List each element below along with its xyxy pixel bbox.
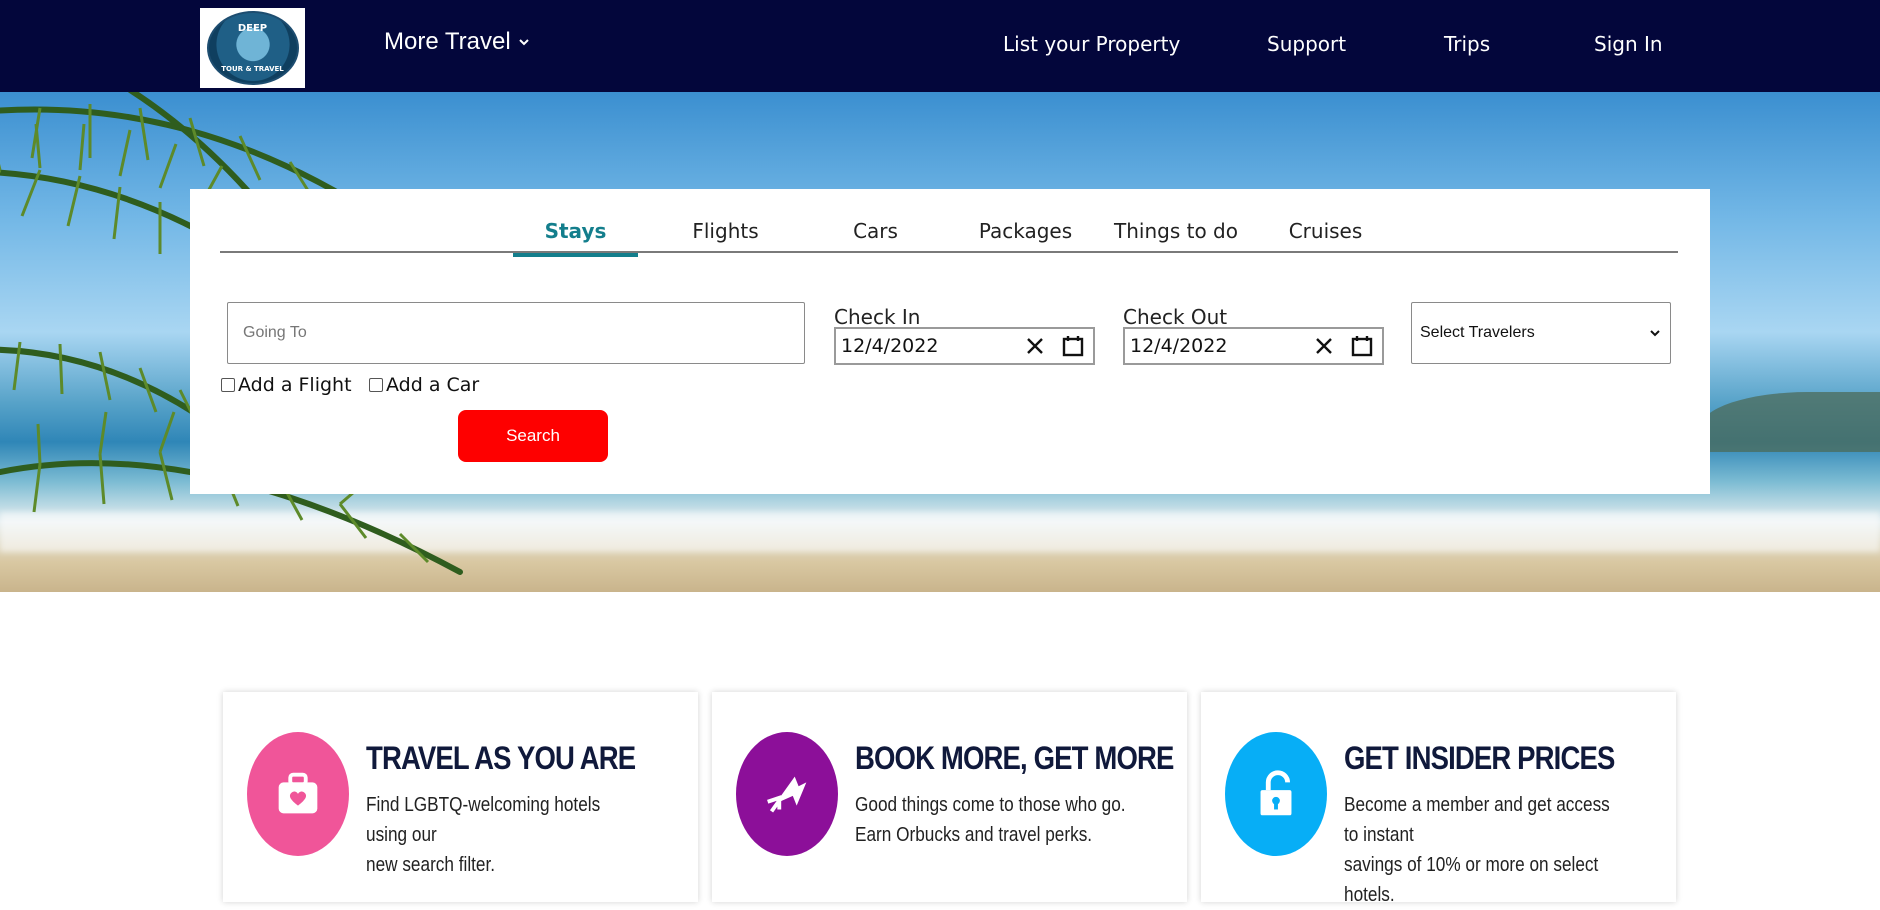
nav-trips[interactable]: Trips xyxy=(1444,32,1490,56)
logo-text-top: DEEP xyxy=(237,23,268,34)
clear-icon[interactable] xyxy=(1023,334,1047,358)
travelers-select[interactable]: Select Travelers xyxy=(1411,302,1671,364)
add-flight-label: Add a Flight xyxy=(238,374,352,396)
feature-text-line: Good things come to those who go. xyxy=(855,794,1126,816)
feature-title: TRAVEL AS YOU ARE xyxy=(366,740,636,776)
top-navbar: DEEP TOUR & TRAVEL More Travel List your… xyxy=(0,0,1880,92)
search-card: Stays Flights Cars Packages Things to do… xyxy=(190,189,1710,494)
feature-card-get-insider-prices[interactable]: GET INSIDER PRICES Become a member and g… xyxy=(1201,692,1676,906)
check-out-value: 12/4/2022 xyxy=(1130,335,1228,357)
add-flight-checkbox[interactable]: Add a Flight xyxy=(221,374,352,396)
nav-sign-in[interactable]: Sign In xyxy=(1594,32,1663,56)
feature-title: BOOK MORE, GET MORE xyxy=(855,740,1174,776)
hero-hill xyxy=(1700,392,1880,452)
tab-packages[interactable]: Packages xyxy=(963,219,1088,253)
feature-text: Good things come to those who go. Earn O… xyxy=(855,790,1130,850)
tab-things-to-do[interactable]: Things to do xyxy=(1106,219,1246,253)
search-tabs: Stays Flights Cars Packages Things to do… xyxy=(220,219,1678,257)
check-out-date-field[interactable]: 12/4/2022 xyxy=(1123,327,1384,365)
tab-flights[interactable]: Flights xyxy=(663,219,788,253)
suitcase-heart-icon xyxy=(247,732,349,856)
clear-icon[interactable] xyxy=(1312,334,1336,358)
logo-text-bottom: TOUR & TRAVEL xyxy=(221,65,284,73)
chevron-down-icon xyxy=(1650,330,1660,337)
going-to-input[interactable] xyxy=(227,302,805,364)
travelers-select-value: Select Travelers xyxy=(1420,324,1535,341)
feature-card-travel-as-you-are[interactable]: TRAVEL AS YOU ARE Find LGBTQ-welcoming h… xyxy=(223,692,698,902)
feature-text-line: Earn Orbucks and travel perks. xyxy=(855,824,1093,846)
feature-text: Become a member and get access to instan… xyxy=(1344,790,1619,910)
feature-text-line: savings of 10% or more on select hotels. xyxy=(1344,854,1599,906)
check-in-date-field[interactable]: 12/4/2022 xyxy=(834,327,1095,365)
more-travel-dropdown[interactable]: More Travel xyxy=(384,28,531,56)
feature-card-book-more-get-more[interactable]: BOOK MORE, GET MORE Good things come to … xyxy=(712,692,1187,902)
feature-title: GET INSIDER PRICES xyxy=(1344,740,1615,776)
feature-text-line: Find LGBTQ-welcoming hotels using our xyxy=(366,794,601,846)
checkbox-box[interactable] xyxy=(221,378,235,392)
feature-text-line: Become a member and get access to instan… xyxy=(1344,794,1610,846)
more-travel-label: More Travel xyxy=(384,28,511,55)
search-button[interactable]: Search xyxy=(458,410,608,462)
check-out-label: Check Out xyxy=(1123,305,1228,329)
nav-list-your-property[interactable]: List your Property xyxy=(1003,32,1180,56)
refresh-arrows-icon xyxy=(736,732,838,856)
feature-text: Find LGBTQ-welcoming hotels using our ne… xyxy=(366,790,641,880)
tab-cars[interactable]: Cars xyxy=(813,219,938,253)
nav-support[interactable]: Support xyxy=(1267,32,1346,56)
checkbox-box[interactable] xyxy=(369,378,383,392)
check-in-value: 12/4/2022 xyxy=(841,335,939,357)
chevron-down-icon xyxy=(518,39,529,46)
tab-stays[interactable]: Stays xyxy=(513,219,638,257)
check-in-label: Check In xyxy=(834,305,921,329)
calendar-icon[interactable] xyxy=(1350,334,1374,358)
tab-cruises[interactable]: Cruises xyxy=(1263,219,1388,253)
logo-badge: DEEP TOUR & TRAVEL xyxy=(206,11,299,85)
add-car-checkbox[interactable]: Add a Car xyxy=(369,374,479,396)
site-logo[interactable]: DEEP TOUR & TRAVEL xyxy=(200,8,305,88)
feature-text-line: new search filter. xyxy=(366,854,496,876)
calendar-icon[interactable] xyxy=(1061,334,1085,358)
add-car-label: Add a Car xyxy=(386,374,480,396)
unlock-icon xyxy=(1225,732,1327,856)
